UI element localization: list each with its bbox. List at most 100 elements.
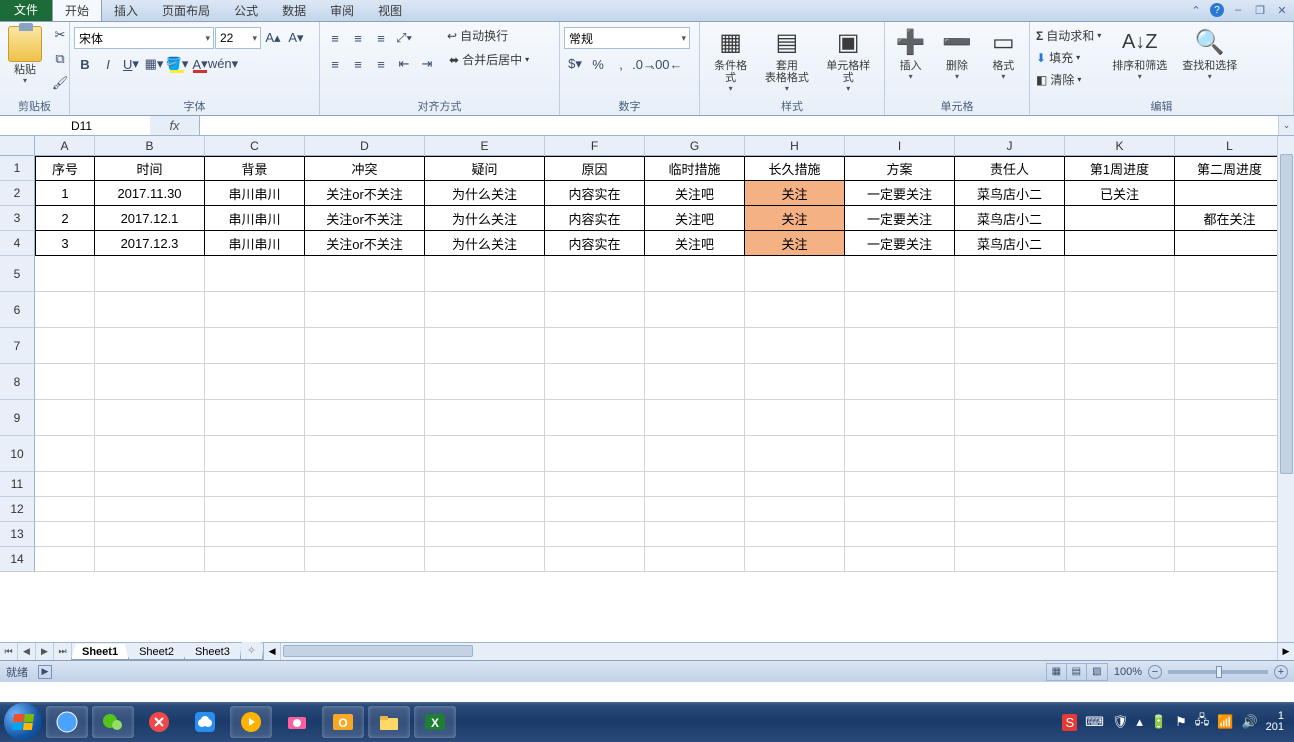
fx-label[interactable]: fx xyxy=(150,116,200,135)
cell-K8[interactable] xyxy=(1065,364,1175,400)
cell-A3[interactable]: 2 xyxy=(35,206,95,231)
cell-H11[interactable] xyxy=(745,472,845,497)
cell-B5[interactable] xyxy=(95,256,205,292)
fill-button[interactable]: ⬇ 填充 ▾ xyxy=(1034,48,1103,67)
cell-B1[interactable]: 时间 xyxy=(95,156,205,181)
new-sheet-button[interactable]: ✧ xyxy=(240,642,263,660)
cell-D12[interactable] xyxy=(305,497,425,522)
cell-I6[interactable] xyxy=(845,292,955,328)
paste-button[interactable]: 粘贴 ▾ xyxy=(4,24,46,87)
hscroll-left-button[interactable]: ◀ xyxy=(264,643,281,660)
cell-E3[interactable]: 为什么关注 xyxy=(425,206,545,231)
cell-F4[interactable]: 内容实在 xyxy=(545,231,645,256)
sheet-next-button[interactable]: ▶ xyxy=(36,643,54,660)
taskbar-explorer[interactable] xyxy=(368,706,410,738)
sheet-first-button[interactable]: ⏮ xyxy=(0,643,18,660)
col-header-B[interactable]: B xyxy=(95,136,205,156)
cell-L7[interactable] xyxy=(1175,328,1285,364)
clear-button[interactable]: ◧ 清除 ▾ xyxy=(1034,70,1103,89)
taskbar-player[interactable] xyxy=(230,706,272,738)
taskbar-cloud[interactable] xyxy=(184,706,226,738)
insert-cells-button[interactable]: ➕插入▾ xyxy=(889,24,932,83)
cell-D3[interactable]: 关注or不关注 xyxy=(305,206,425,231)
decrease-decimal-button[interactable]: .00← xyxy=(656,53,678,75)
cell-G4[interactable]: 关注吧 xyxy=(645,231,745,256)
cell-I13[interactable] xyxy=(845,522,955,547)
cell-A4[interactable]: 3 xyxy=(35,231,95,256)
cell-J12[interactable] xyxy=(955,497,1065,522)
workbook-minimize-icon[interactable]: – xyxy=(1230,2,1246,18)
decrease-font-button[interactable]: A▾ xyxy=(285,27,307,49)
tab-page-layout[interactable]: 页面布局 xyxy=(150,0,222,21)
sort-filter-button[interactable]: A↓Z排序和筛选▾ xyxy=(1106,24,1173,83)
cell-F13[interactable] xyxy=(545,522,645,547)
cell-A2[interactable]: 1 xyxy=(35,181,95,206)
row-header-12[interactable]: 12 xyxy=(0,497,35,522)
cell-H3[interactable]: 关注 xyxy=(745,206,845,231)
italic-button[interactable]: I xyxy=(97,53,119,75)
row-header-10[interactable]: 10 xyxy=(0,436,35,472)
cell-A14[interactable] xyxy=(35,547,95,572)
cell-I1[interactable]: 方案 xyxy=(845,156,955,181)
cell-C5[interactable] xyxy=(205,256,305,292)
cell-L5[interactable] xyxy=(1175,256,1285,292)
vscroll-thumb[interactable] xyxy=(1280,154,1293,474)
cell-D7[interactable] xyxy=(305,328,425,364)
cell-E7[interactable] xyxy=(425,328,545,364)
cell-H5[interactable] xyxy=(745,256,845,292)
row-header-11[interactable]: 11 xyxy=(0,472,35,497)
cell-K12[interactable] xyxy=(1065,497,1175,522)
cell-E11[interactable] xyxy=(425,472,545,497)
cell-C7[interactable] xyxy=(205,328,305,364)
cell-G7[interactable] xyxy=(645,328,745,364)
taskbar-app-red[interactable] xyxy=(138,706,180,738)
tray-battery-icon[interactable]: 🔋 xyxy=(1151,714,1167,730)
phonetic-button[interactable]: wén▾ xyxy=(212,53,234,75)
cell-D1[interactable]: 冲突 xyxy=(305,156,425,181)
cell-B6[interactable] xyxy=(95,292,205,328)
cells-area[interactable]: 序号时间背景冲突疑问原因临时措施长久措施方案责任人第1周进度第二周进度第1201… xyxy=(35,156,1294,572)
col-header-K[interactable]: K xyxy=(1065,136,1175,156)
percent-button[interactable]: % xyxy=(587,53,609,75)
tab-view[interactable]: 视图 xyxy=(366,0,414,21)
align-center-button[interactable]: ≡ xyxy=(347,53,369,75)
cell-H4[interactable]: 关注 xyxy=(745,231,845,256)
cell-F9[interactable] xyxy=(545,400,645,436)
cell-F6[interactable] xyxy=(545,292,645,328)
cell-G3[interactable]: 关注吧 xyxy=(645,206,745,231)
taskbar-outlook[interactable]: O xyxy=(322,706,364,738)
cell-C14[interactable] xyxy=(205,547,305,572)
align-bottom-button[interactable]: ≡ xyxy=(370,27,392,49)
col-header-A[interactable]: A xyxy=(35,136,95,156)
col-header-H[interactable]: H xyxy=(745,136,845,156)
tab-formulas[interactable]: 公式 xyxy=(222,0,270,21)
zoom-slider[interactable] xyxy=(1168,670,1268,674)
cell-A9[interactable] xyxy=(35,400,95,436)
cell-E5[interactable] xyxy=(425,256,545,292)
spreadsheet-grid[interactable]: ABCDEFGHIJKLM 1234567891011121314 序号时间背景… xyxy=(0,136,1294,642)
cell-A13[interactable] xyxy=(35,522,95,547)
sheet-tab-2[interactable]: Sheet2 xyxy=(128,644,185,660)
taskbar-browser[interactable] xyxy=(46,706,88,738)
increase-indent-button[interactable]: ⇥ xyxy=(416,53,438,75)
sheet-prev-button[interactable]: ◀ xyxy=(18,643,36,660)
cell-H13[interactable] xyxy=(745,522,845,547)
row-header-14[interactable]: 14 xyxy=(0,547,35,572)
cell-F10[interactable] xyxy=(545,436,645,472)
tray-chevron-icon[interactable]: ▴ xyxy=(1136,714,1143,730)
cell-G5[interactable] xyxy=(645,256,745,292)
tray-flag-icon[interactable]: ⚑ xyxy=(1175,714,1187,730)
conditional-format-button[interactable]: ▦条件格式▾ xyxy=(704,24,757,95)
tray-wifi-icon[interactable]: 📶 xyxy=(1217,714,1233,730)
sheet-last-button[interactable]: ⏭ xyxy=(54,643,72,660)
cell-K10[interactable] xyxy=(1065,436,1175,472)
cell-A5[interactable] xyxy=(35,256,95,292)
zoom-out-button[interactable]: − xyxy=(1148,665,1162,679)
tab-insert[interactable]: 插入 xyxy=(102,0,150,21)
cell-I14[interactable] xyxy=(845,547,955,572)
cell-I4[interactable]: 一定要关注 xyxy=(845,231,955,256)
cell-J1[interactable]: 责任人 xyxy=(955,156,1065,181)
col-header-F[interactable]: F xyxy=(545,136,645,156)
cell-E1[interactable]: 疑问 xyxy=(425,156,545,181)
tray-clock[interactable]: 1201 xyxy=(1266,711,1284,733)
